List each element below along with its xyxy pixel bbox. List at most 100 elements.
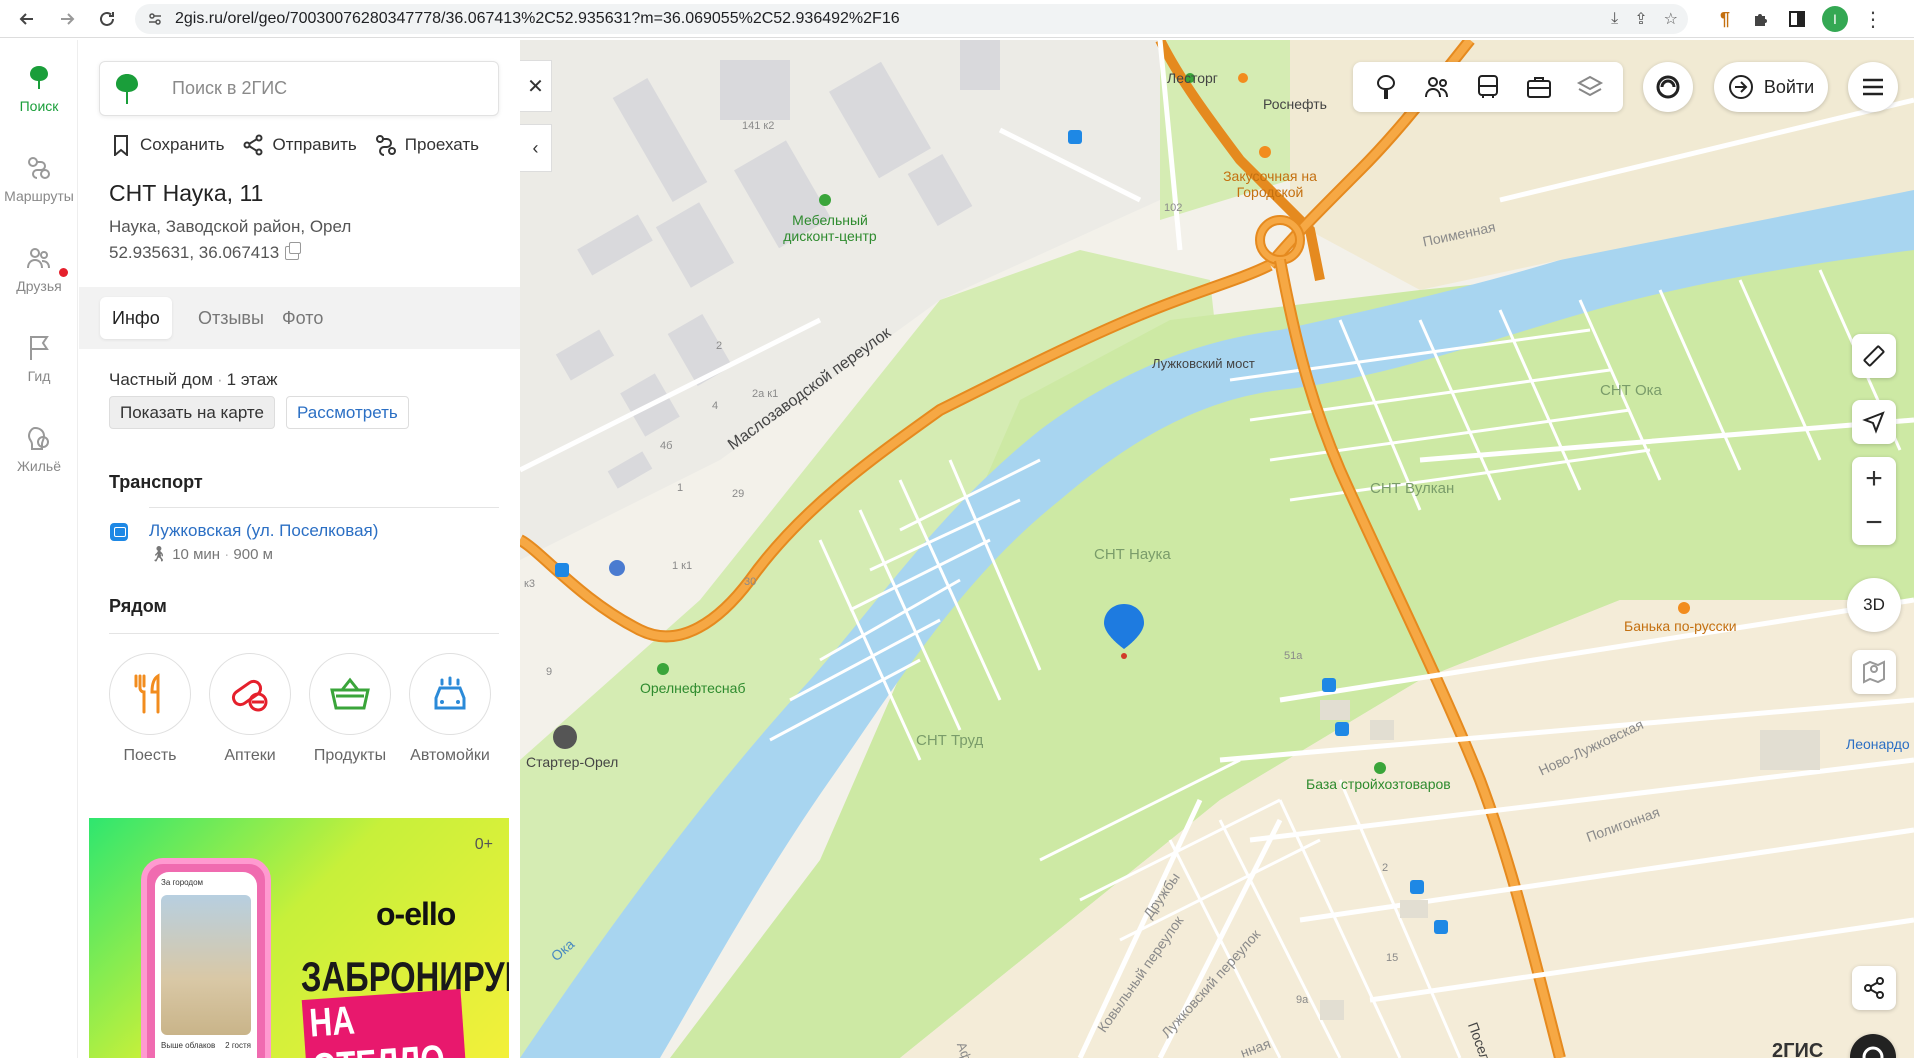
show-on-map-button[interactable]: Показать на карте bbox=[109, 396, 275, 429]
3d-label: 3D bbox=[1863, 595, 1885, 614]
map-person-icon bbox=[1863, 660, 1885, 684]
building-info: Частный дом · 1 этаж bbox=[109, 370, 278, 389]
my-location-button[interactable] bbox=[1852, 400, 1896, 444]
save-label: Сохранить bbox=[140, 135, 225, 154]
bookmark-star-icon[interactable]: ☆ bbox=[1664, 9, 1678, 29]
tab-photo[interactable]: Фото bbox=[270, 297, 335, 339]
inspect-button[interactable]: Рассмотреть bbox=[286, 396, 409, 429]
main-menu-button[interactable] bbox=[1848, 62, 1898, 112]
site-info-icon[interactable] bbox=[147, 11, 163, 27]
bus-stop-icon bbox=[110, 523, 128, 541]
share-icon bbox=[243, 134, 263, 156]
close-panel-button[interactable]: ✕ bbox=[520, 60, 552, 112]
pilcrow-extension-icon[interactable]: ¶ bbox=[1714, 8, 1736, 30]
search-box[interactable] bbox=[99, 61, 499, 116]
brand-logo: 2ГИС bbox=[1772, 1040, 1824, 1058]
bookmark-icon bbox=[114, 135, 128, 156]
nearby-food[interactable]: Поесть bbox=[109, 653, 191, 765]
map-label[interactable]: Леонардо bbox=[1846, 736, 1910, 752]
nearby-carwash[interactable]: Автомойки bbox=[409, 653, 491, 765]
share-map-button[interactable] bbox=[1852, 966, 1896, 1010]
building-type: Частный дом bbox=[109, 370, 213, 389]
back-arrow-icon[interactable] bbox=[8, 0, 46, 38]
forward-arrow-icon[interactable] bbox=[48, 0, 86, 38]
map-label: 4б bbox=[660, 440, 673, 452]
notification-dot bbox=[59, 268, 68, 277]
login-label: Войти bbox=[1763, 76, 1815, 97]
fork-knife-icon bbox=[134, 673, 160, 714]
map-label: 102 bbox=[1164, 202, 1183, 214]
friends-layer-icon[interactable] bbox=[1423, 73, 1451, 101]
parks-layer-icon[interactable] bbox=[1372, 73, 1400, 101]
send-button[interactable]: Отправить bbox=[242, 134, 357, 156]
ad-banner[interactable]: 0+ За городом Выше облаков 2 гостя o-ello… bbox=[89, 818, 509, 1058]
bus-stop-link[interactable]: Лужковская (ул. Поселковая) bbox=[149, 521, 378, 541]
tab-reviews[interactable]: Отзывы bbox=[186, 297, 276, 339]
route-button[interactable]: Проехать bbox=[375, 134, 479, 156]
search-input[interactable] bbox=[172, 78, 472, 99]
map-label: 15 bbox=[1386, 952, 1399, 964]
save-button[interactable]: Сохранить bbox=[110, 134, 224, 156]
carwash-icon bbox=[434, 676, 466, 710]
address-bar[interactable]: 2gis.ru/orel/geo/70030076280347778/36.06… bbox=[135, 4, 1688, 34]
map-label[interactable]: Мебельный дисконт-центр bbox=[770, 212, 890, 244]
ad-phone-image: За городом Выше облаков 2 гостя bbox=[141, 858, 271, 1058]
rail-item-routes[interactable]: Маршруты bbox=[0, 154, 78, 204]
divider bbox=[109, 633, 499, 634]
collapse-panel-button[interactable]: ‹ bbox=[520, 124, 552, 172]
side-panel-icon[interactable] bbox=[1786, 8, 1808, 30]
rail-item-search[interactable]: Поиск bbox=[0, 64, 78, 114]
ruler-icon bbox=[1863, 345, 1885, 367]
ruler-button[interactable] bbox=[1852, 334, 1896, 378]
tab-info[interactable]: Инфо bbox=[100, 297, 172, 339]
map-label: 2 bbox=[1382, 862, 1389, 874]
extensions-puzzle-icon[interactable] bbox=[1750, 8, 1772, 30]
map-canvas[interactable]: Лесторг Роснефть Закусочная на Городской… bbox=[520, 40, 1914, 1058]
map-label: Лужковский мост bbox=[1152, 356, 1255, 371]
map-label: 2 bbox=[716, 340, 723, 352]
share-icon[interactable]: ⇪ bbox=[1634, 9, 1647, 29]
map-label[interactable]: Закусочная на Городской bbox=[1210, 168, 1330, 200]
map-label[interactable]: Орелнефтеснаб bbox=[640, 680, 745, 696]
business-layer-icon[interactable] bbox=[1525, 73, 1553, 101]
nearby-label: Аптеки bbox=[224, 747, 276, 764]
map-label: СНТ Труд bbox=[916, 732, 984, 749]
login-button[interactable]: Войти bbox=[1714, 62, 1828, 112]
street-view-button[interactable] bbox=[1852, 650, 1896, 694]
copy-icon[interactable] bbox=[285, 242, 302, 260]
navigation-arrow-icon bbox=[1862, 411, 1885, 434]
nearby-pharmacy[interactable]: Аптеки bbox=[209, 653, 291, 765]
rail-item-guide[interactable]: Гид bbox=[0, 334, 78, 384]
map-label[interactable]: Роснефть bbox=[1263, 96, 1327, 112]
assistant-button[interactable] bbox=[1643, 62, 1693, 112]
map-label[interactable]: Стартер-Орел bbox=[526, 754, 618, 770]
browser-menu-icon[interactable]: ⋮ bbox=[1862, 8, 1884, 31]
3d-toggle-button[interactable]: 3D bbox=[1847, 578, 1901, 632]
layers-icon[interactable] bbox=[1576, 73, 1604, 101]
ad-phone-search: За городом bbox=[161, 878, 204, 887]
zoom-in-button[interactable]: + bbox=[1852, 457, 1896, 501]
selected-location-pin-icon[interactable] bbox=[1102, 602, 1146, 660]
zoom-out-button[interactable]: − bbox=[1852, 501, 1896, 545]
install-icon[interactable]: ⤓ bbox=[1611, 10, 1618, 28]
reload-icon[interactable] bbox=[88, 0, 126, 38]
basket-icon bbox=[330, 677, 370, 710]
url-text: 2gis.ru/orel/geo/70030076280347778/36.06… bbox=[175, 10, 900, 27]
login-icon bbox=[1728, 75, 1753, 99]
nearby-groceries[interactable]: Продукты bbox=[309, 653, 391, 765]
map-label[interactable]: Банька по-русски bbox=[1624, 618, 1737, 634]
map-label: 2а к1 bbox=[752, 388, 779, 400]
map-label[interactable]: Лесторг bbox=[1167, 70, 1218, 86]
transit-layer-icon[interactable] bbox=[1474, 73, 1502, 101]
tree-logo-icon bbox=[30, 66, 48, 89]
profile-avatar[interactable]: I bbox=[1822, 6, 1848, 32]
place-panel: Сохранить Отправить Проехать СНТ Наука, … bbox=[79, 40, 520, 1058]
nearby-heading: Рядом bbox=[109, 596, 167, 616]
place-title: СНТ Наука, 11 bbox=[109, 180, 264, 206]
place-address: Наука, Заводской район, Орел bbox=[109, 217, 352, 236]
map-label: 141 к2 bbox=[742, 120, 775, 132]
left-rail: Поиск Маршруты Друзья Гид Жильё bbox=[0, 40, 78, 1058]
friends-icon bbox=[27, 248, 50, 269]
rail-item-housing[interactable]: Жильё bbox=[0, 424, 78, 474]
map-label[interactable]: База стройхозтоваров bbox=[1306, 776, 1451, 792]
